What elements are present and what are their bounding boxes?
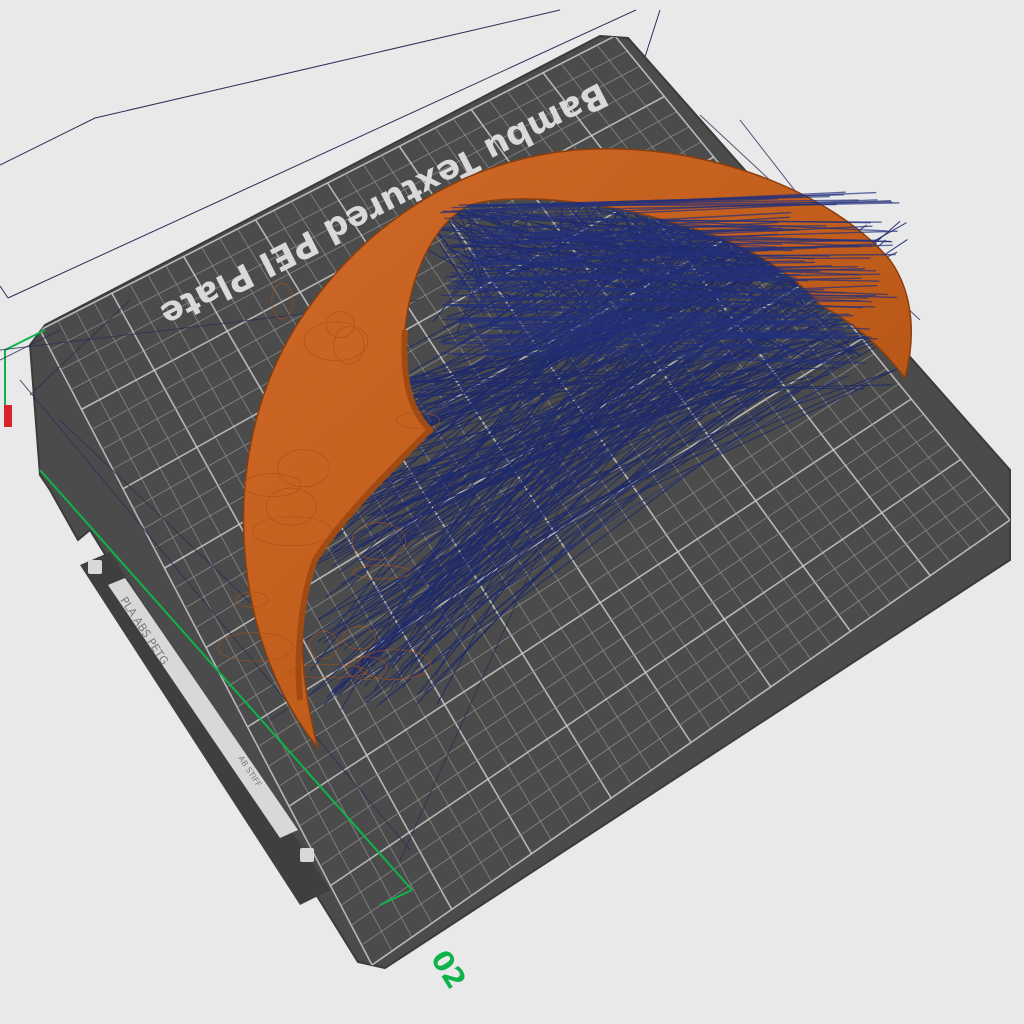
origin-marker xyxy=(4,405,12,427)
plate-number-label: 02 xyxy=(424,944,473,995)
3d-viewport[interactable]: PLA ABS PETG AB STIFF Bambu Textured PEI… xyxy=(0,0,1024,1024)
